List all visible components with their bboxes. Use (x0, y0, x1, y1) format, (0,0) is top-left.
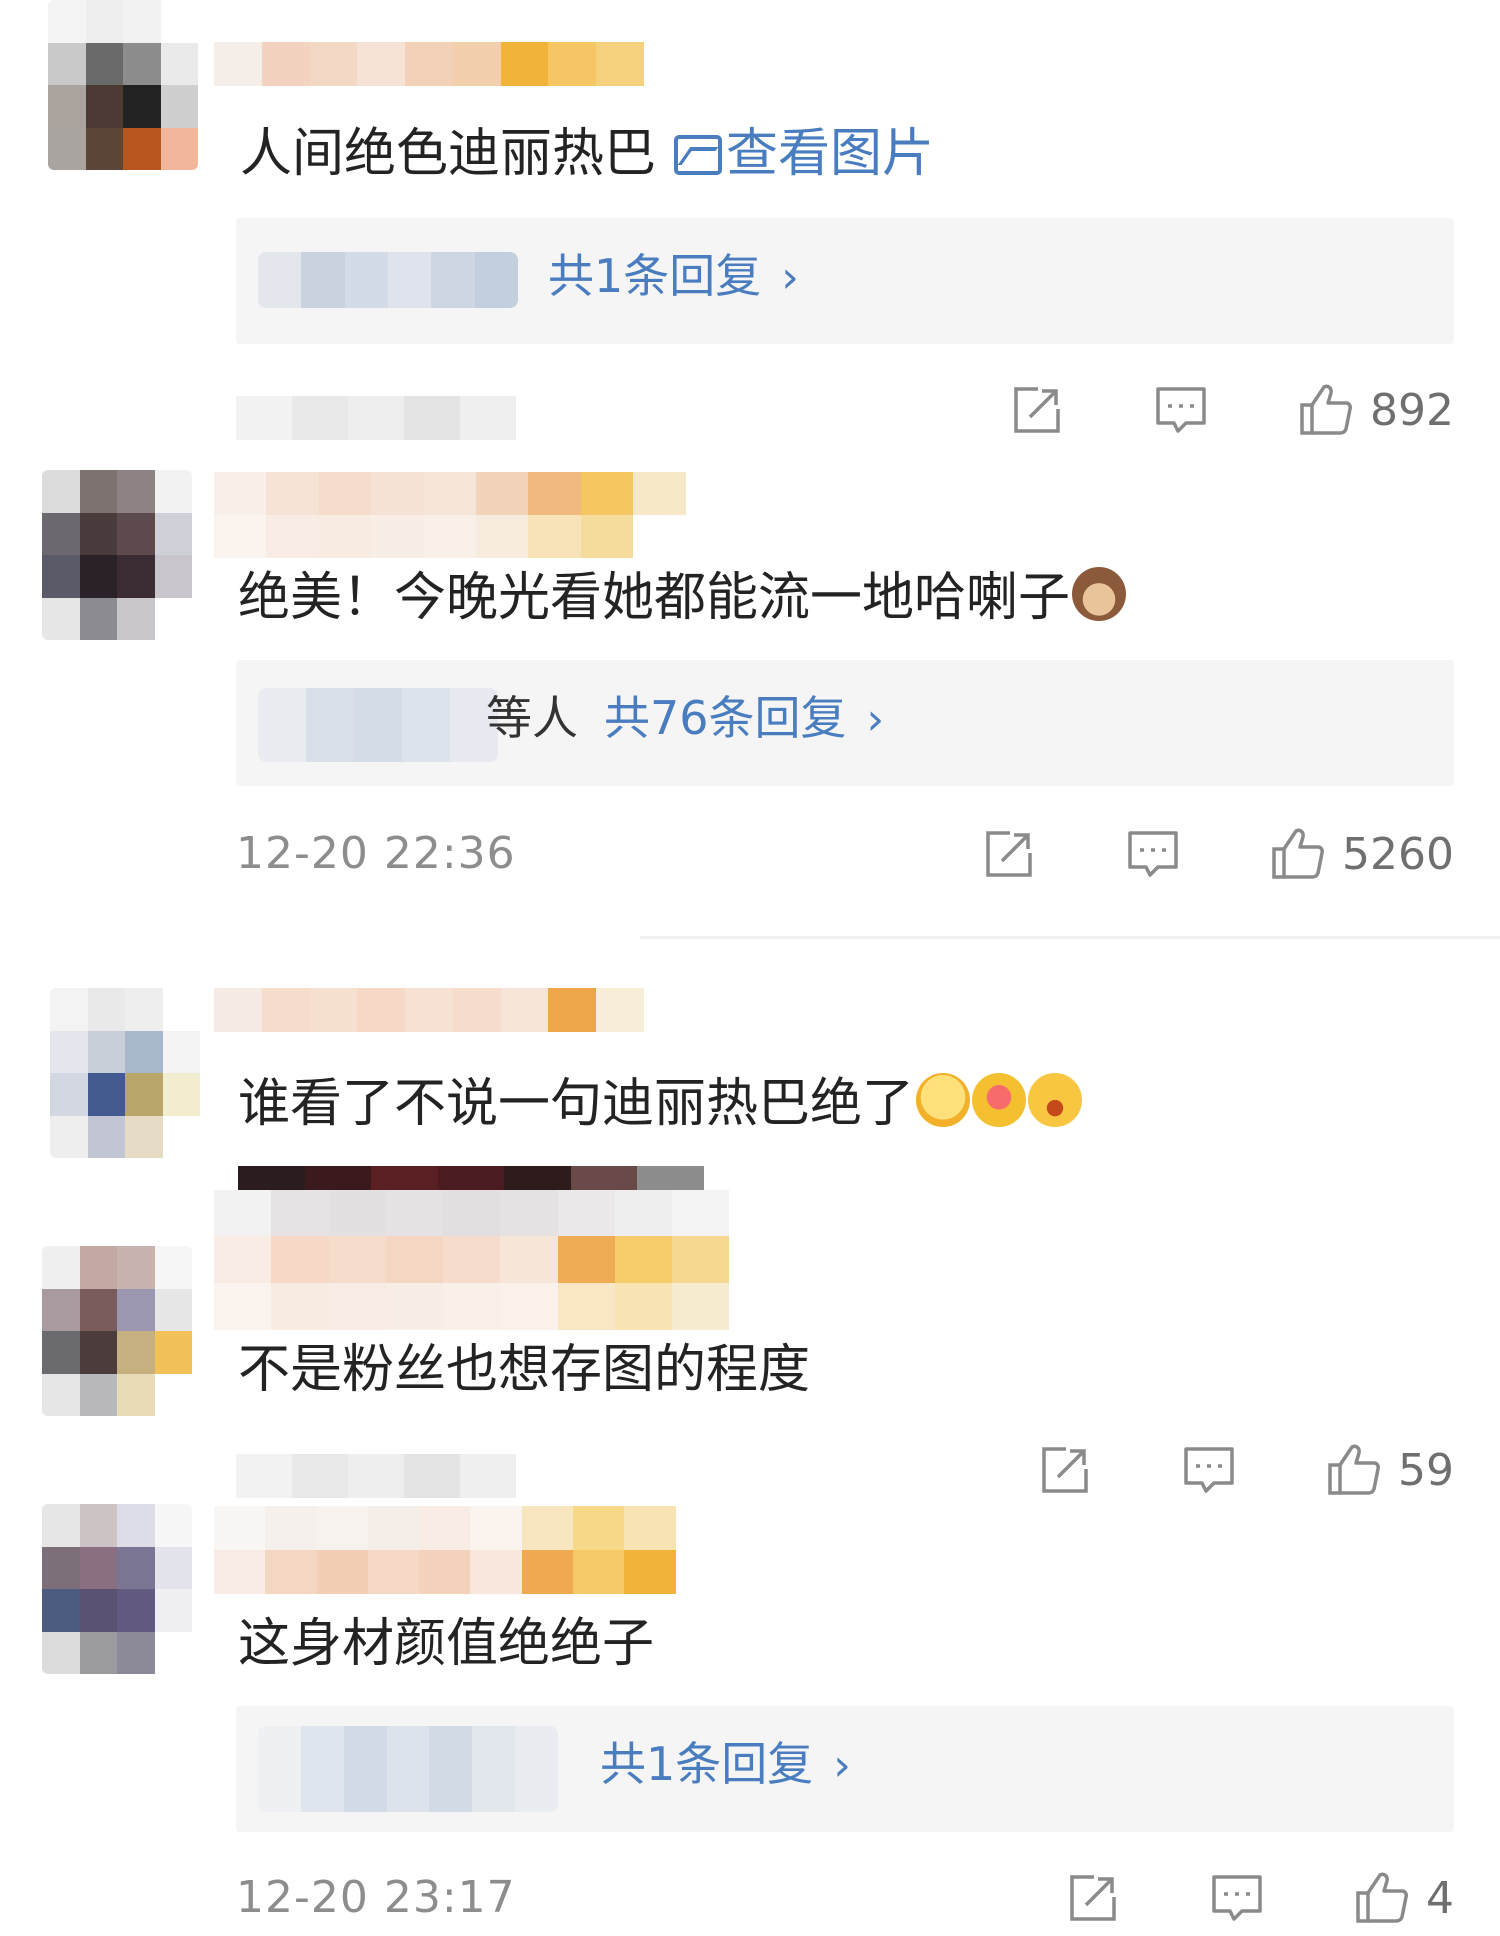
comment-icon[interactable] (1208, 1869, 1266, 1927)
like-count: 4 (1426, 1872, 1454, 1924)
reply-users-blurred (258, 1726, 558, 1812)
comment-icon[interactable] (1124, 825, 1182, 883)
avatar[interactable] (42, 470, 192, 640)
username-blurred[interactable] (214, 988, 644, 1032)
reply-preview[interactable]: 共1条回复 › (236, 218, 1454, 344)
divider (640, 936, 1500, 939)
username-blurred[interactable] (214, 1190, 730, 1330)
comment-actions: 4 (1064, 1868, 1454, 1928)
chevron-right-icon: › (781, 252, 799, 303)
reply-preview[interactable]: 等人 共76条回复 › (236, 660, 1454, 786)
timestamp: 12-20 23:17 (236, 1872, 516, 1923)
comment-meta: 59 (236, 1440, 1454, 1500)
heart-eyes-emoji-icon (972, 1073, 1027, 1127)
reply-count-link[interactable]: 共1条回复 › (600, 1734, 851, 1796)
username-blurred[interactable] (214, 42, 644, 86)
timestamp: 12-20 22:36 (236, 828, 516, 879)
reply-users-blurred (258, 688, 498, 762)
share-icon[interactable] (1036, 1441, 1094, 1499)
comment-actions: 892 (1008, 380, 1454, 440)
view-image-link[interactable]: 查看图片 (674, 124, 934, 184)
share-icon[interactable] (1064, 1869, 1122, 1927)
chevron-right-icon: › (833, 1740, 851, 1791)
avatar[interactable] (42, 1246, 192, 1416)
share-icon[interactable] (980, 825, 1038, 883)
comment-icon[interactable] (1180, 1441, 1238, 1499)
reply-preview[interactable]: 共1条回复 › (236, 1706, 1454, 1832)
comment-text: 这身材颜值绝绝子 (238, 1614, 655, 1674)
comment-text: 不是粉丝也想存图的程度 (238, 1340, 811, 1400)
like-count: 5260 (1342, 828, 1454, 880)
like-count: 892 (1370, 384, 1454, 436)
comment-icon[interactable] (1152, 381, 1210, 439)
username-blurred[interactable] (214, 1506, 676, 1594)
reply-extra-text: 等人 (486, 691, 578, 745)
username-blurred[interactable] (214, 472, 686, 558)
like-icon[interactable] (1352, 1869, 1410, 1927)
like-count: 59 (1398, 1444, 1454, 1496)
chevron-right-icon: › (866, 694, 885, 745)
comment-actions: 5260 (980, 824, 1454, 884)
avatar[interactable] (50, 988, 200, 1158)
reply-count-link[interactable]: 等人 共76条回复 › (486, 688, 884, 750)
avatar[interactable] (42, 1504, 192, 1674)
like-icon[interactable] (1324, 1441, 1382, 1499)
monkey-emoji-icon (1072, 567, 1127, 621)
like-icon[interactable] (1296, 381, 1354, 439)
avatar[interactable] (48, 0, 198, 170)
comment-meta: 892 (236, 380, 1454, 440)
comment-meta: 12-20 23:17 4 (236, 1868, 1454, 1928)
comment-text: 绝美！今晚光看她都能流一地哈喇子 (238, 566, 1127, 630)
comment-text: 谁看了不说一句迪丽热巴绝了 (238, 1072, 1083, 1136)
comment-text: 人间绝色迪丽热巴 查看图片 (240, 124, 935, 184)
comment-actions: 59 (1036, 1440, 1454, 1500)
comment-meta: 12-20 22:36 5260 (236, 824, 1454, 884)
share-icon[interactable] (1008, 381, 1066, 439)
image-icon (674, 135, 723, 175)
reply-count-link[interactable]: 共1条回复 › (548, 246, 799, 308)
dizzy-face-emoji-icon (916, 1073, 971, 1127)
reply-users-blurred (258, 252, 518, 308)
like-icon[interactable] (1268, 825, 1326, 883)
surprised-emoji-icon (1028, 1073, 1083, 1127)
media-strip-blurred (238, 1166, 704, 1190)
